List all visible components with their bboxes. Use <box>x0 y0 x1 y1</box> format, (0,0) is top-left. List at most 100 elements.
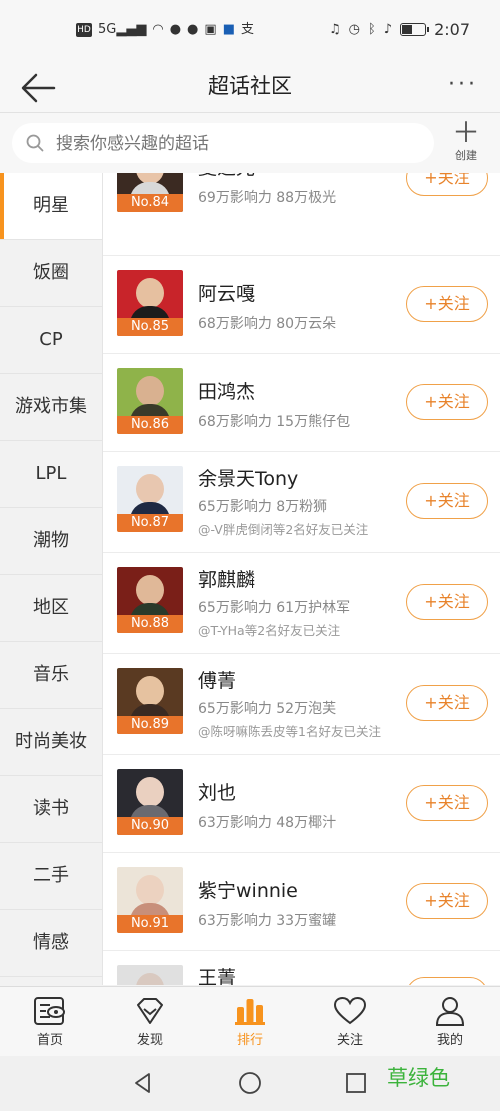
follow-button[interactable]: +关注 <box>406 286 488 322</box>
ranking-row[interactable]: No.87 余景天Tony 65万影响力 8万粉狮 @-V胖虎倒闭等2名好友已关注 +关… <box>103 452 500 553</box>
category-item[interactable]: LPL <box>0 441 102 508</box>
star-avatar[interactable]: No.85 <box>117 270 183 336</box>
category-item[interactable]: 时尚美妆 <box>0 709 102 776</box>
star-name: 阿云嘎 <box>198 283 256 305</box>
star-avatar[interactable]: No.90 <box>117 769 183 835</box>
search-bar[interactable] <box>12 123 434 165</box>
home-icon <box>34 997 65 1025</box>
tab-profile[interactable]: 我的 <box>400 987 500 1057</box>
star-avatar[interactable]: No.84 <box>117 173 183 212</box>
bluetooth-icon: ᛒ <box>367 21 376 37</box>
category-item[interactable]: 游戏市集 <box>0 374 102 441</box>
avatar-face <box>136 376 164 406</box>
follow-button[interactable]: +关注 <box>406 883 488 919</box>
rank-badge: No.90 <box>117 817 183 835</box>
category-item[interactable]: 读书 <box>0 776 102 843</box>
create-button[interactable]: ＋ 创建 <box>450 119 482 163</box>
rank-badge: No.87 <box>117 514 183 532</box>
tab-rank-label: 排行 <box>236 1033 263 1048</box>
star-name: 傅菁 <box>198 670 237 692</box>
follow-button[interactable]: +关注 <box>406 384 488 420</box>
search-icon <box>26 134 44 152</box>
profile-icon <box>435 997 465 1026</box>
more-options-icon[interactable]: ··· <box>448 72 478 97</box>
clock: 2:07 <box>434 20 470 39</box>
rank-badge: No.88 <box>117 615 183 633</box>
rank-badge: No.84 <box>117 194 183 212</box>
tab-discover[interactable]: 发现 <box>100 987 200 1057</box>
ranking-row[interactable]: 王菁 +关注 <box>103 951 500 985</box>
star-avatar[interactable]: No.89 <box>117 668 183 734</box>
tab-home[interactable]: 首页 <box>0 987 100 1057</box>
ranking-row[interactable]: No.89 傅菁 65万影响力 52万泡芙 @陈呀嘛陈丢皮等1名好友已关注 +关注 <box>103 654 500 755</box>
follow-button[interactable]: +关注 <box>406 483 488 519</box>
star-avatar[interactable]: No.91 <box>117 867 183 933</box>
follow-button[interactable]: +关注 <box>406 977 488 985</box>
ranking-row[interactable]: No.90 刘也 63万影响力 48万椰汁 +关注 <box>103 755 500 853</box>
friends-following-note: @-V胖虎倒闭等2名好友已关注 <box>198 522 369 537</box>
wechat-icon: ● <box>169 22 182 37</box>
star-stats: 65万影响力 61万护林军 <box>198 600 351 616</box>
nav-home-icon[interactable] <box>237 1070 263 1100</box>
category-item[interactable]: 音乐 <box>0 642 102 709</box>
headphones-icon: ♫ <box>328 21 341 37</box>
avatar-face <box>136 575 164 605</box>
category-item[interactable]: 二手 <box>0 843 102 910</box>
rank-badge: No.86 <box>117 416 183 434</box>
search-input[interactable] <box>54 123 428 165</box>
mute-icon: ♪ <box>383 21 393 37</box>
tab-discover-label: 发现 <box>136 1033 163 1048</box>
nav-back-icon[interactable] <box>130 1070 156 1100</box>
star-name: 刘也 <box>198 782 237 804</box>
wifi-icon: ◠ <box>152 22 164 37</box>
ranking-row[interactable]: No.85 阿云嘎 68万影响力 80万云朵 +关注 <box>103 256 500 354</box>
category-sidebar: 明星 饭圈 CP 游戏市集 LPL 潮物 地区 音乐 时尚美妆 读书 二手 情感 <box>0 173 103 985</box>
rank-badge: No.91 <box>117 915 183 933</box>
battery-icon <box>400 23 430 36</box>
tab-rank[interactable]: 排行 <box>200 987 300 1057</box>
status-left-icons: HD 5G▂▄▆ ◠ ● ● ▣ ■ 支 <box>76 22 254 38</box>
category-item[interactable]: 明星 <box>0 173 102 240</box>
follow-button[interactable]: +关注 <box>406 584 488 620</box>
follow-button[interactable]: +关注 <box>406 173 488 196</box>
rank-badge: No.85 <box>117 318 183 336</box>
category-item[interactable]: 地区 <box>0 575 102 642</box>
star-avatar[interactable]: No.86 <box>117 368 183 434</box>
star-stats: 69万影响力 88万极光 <box>198 190 337 206</box>
avatar-face <box>136 676 164 706</box>
friends-following-note: @T-YHa等2名好友已关注 <box>198 623 341 638</box>
ranking-row[interactable]: No.84 夏之光 69万影响力 88万极光 +关注 <box>103 173 500 256</box>
star-avatar[interactable]: No.88 <box>117 567 183 633</box>
tab-home-label: 首页 <box>36 1033 63 1048</box>
category-item[interactable]: 潮物 <box>0 508 102 575</box>
avatar-face <box>136 474 164 504</box>
star-name: 田鸿杰 <box>198 381 256 403</box>
create-label: 创建 <box>455 149 477 162</box>
ranking-row[interactable]: No.86 田鸿杰 68万影响力 15万熊仔包 +关注 <box>103 354 500 452</box>
alipay-icon: 支 <box>240 22 254 37</box>
nav-recents-icon[interactable] <box>343 1070 369 1100</box>
tab-follow[interactable]: 关注 <box>300 987 400 1057</box>
rank-badge: No.89 <box>117 716 183 734</box>
avatar-face <box>136 973 164 985</box>
status-bar: HD 5G▂▄▆ ◠ ● ● ▣ ■ 支 ♫ ◷ ᛒ ♪ 2:07 <box>0 0 500 60</box>
avatar-face <box>136 278 164 308</box>
follow-button[interactable]: +关注 <box>406 685 488 721</box>
star-stats: 68万影响力 80万云朵 <box>198 316 337 332</box>
category-item[interactable]: CP <box>0 307 102 374</box>
star-avatar[interactable]: No.87 <box>117 466 183 532</box>
avatar-face <box>136 777 164 807</box>
category-item[interactable]: 饭圈 <box>0 240 102 307</box>
heart-icon <box>333 996 367 1025</box>
discover-icon <box>137 998 163 1024</box>
tab-profile-label: 我的 <box>436 1033 463 1048</box>
rank-icon <box>235 999 265 1025</box>
ranking-row[interactable]: No.88 郭麒麟 65万影响力 61万护林军 @T-YHa等2名好友已关注 +关注 <box>103 553 500 654</box>
star-name: 紫宁winnie <box>198 880 298 902</box>
follow-button[interactable]: +关注 <box>406 785 488 821</box>
star-avatar[interactable] <box>117 965 183 985</box>
category-item[interactable]: 情感 <box>0 910 102 977</box>
star-stats: 65万影响力 52万泡芙 <box>198 701 337 717</box>
ranking-row[interactable]: No.91 紫宁winnie 63万影响力 33万蜜罐 +关注 <box>103 853 500 951</box>
ranking-list: No.84 夏之光 69万影响力 88万极光 +关注 No.85 阿云嘎 68万影响力 80… <box>103 173 500 985</box>
